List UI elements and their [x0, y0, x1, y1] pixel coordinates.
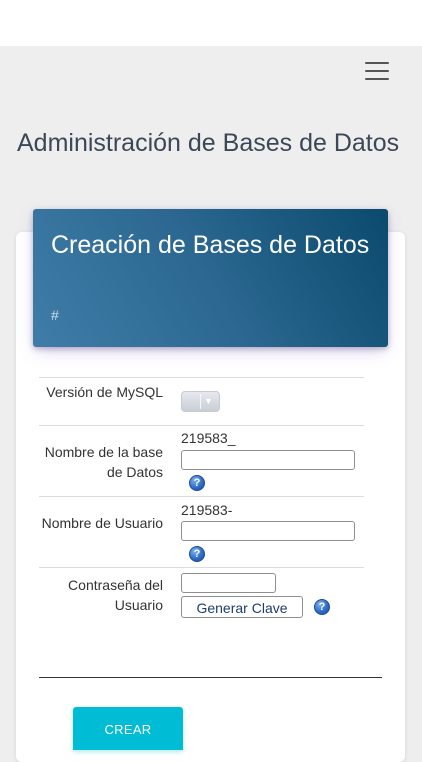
select-divider	[200, 394, 201, 409]
db-name-prefix: 219583_	[181, 430, 236, 446]
help-icon[interactable]: ?	[189, 475, 205, 491]
page-title: Administración de Bases de Datos	[17, 129, 400, 157]
password-label: Contraseña del Usuario	[68, 577, 163, 613]
create-button[interactable]: CREAR	[73, 707, 183, 750]
card-header: Creación de Bases de Datos #	[33, 209, 388, 347]
row-divider	[39, 377, 364, 378]
mysql-version-select[interactable]: ▼	[181, 391, 220, 412]
db-name-label: Nombre de la base de Datos	[44, 444, 163, 480]
card-title: Creación de Bases de Datos	[51, 231, 370, 259]
generate-password-button[interactable]: Generar Clave	[181, 596, 303, 618]
form-divider	[39, 677, 382, 678]
password-input[interactable]	[181, 573, 276, 593]
user-name-label: Nombre de Usuario	[41, 515, 163, 531]
row-divider	[39, 567, 364, 568]
row-divider	[39, 425, 364, 426]
hamburger-menu-icon[interactable]	[362, 60, 392, 82]
user-name-prefix: 219583-	[181, 502, 233, 518]
user-name-input[interactable]	[181, 521, 355, 541]
help-icon[interactable]: ?	[189, 546, 205, 562]
chevron-down-icon: ▼	[204, 396, 213, 406]
help-icon[interactable]: ?	[314, 599, 330, 615]
card-category: #	[51, 307, 59, 323]
row-divider	[39, 496, 364, 497]
top-bar	[0, 0, 422, 46]
db-name-input[interactable]	[181, 450, 355, 470]
mysql-version-label: Versión de MySQL	[46, 384, 163, 400]
